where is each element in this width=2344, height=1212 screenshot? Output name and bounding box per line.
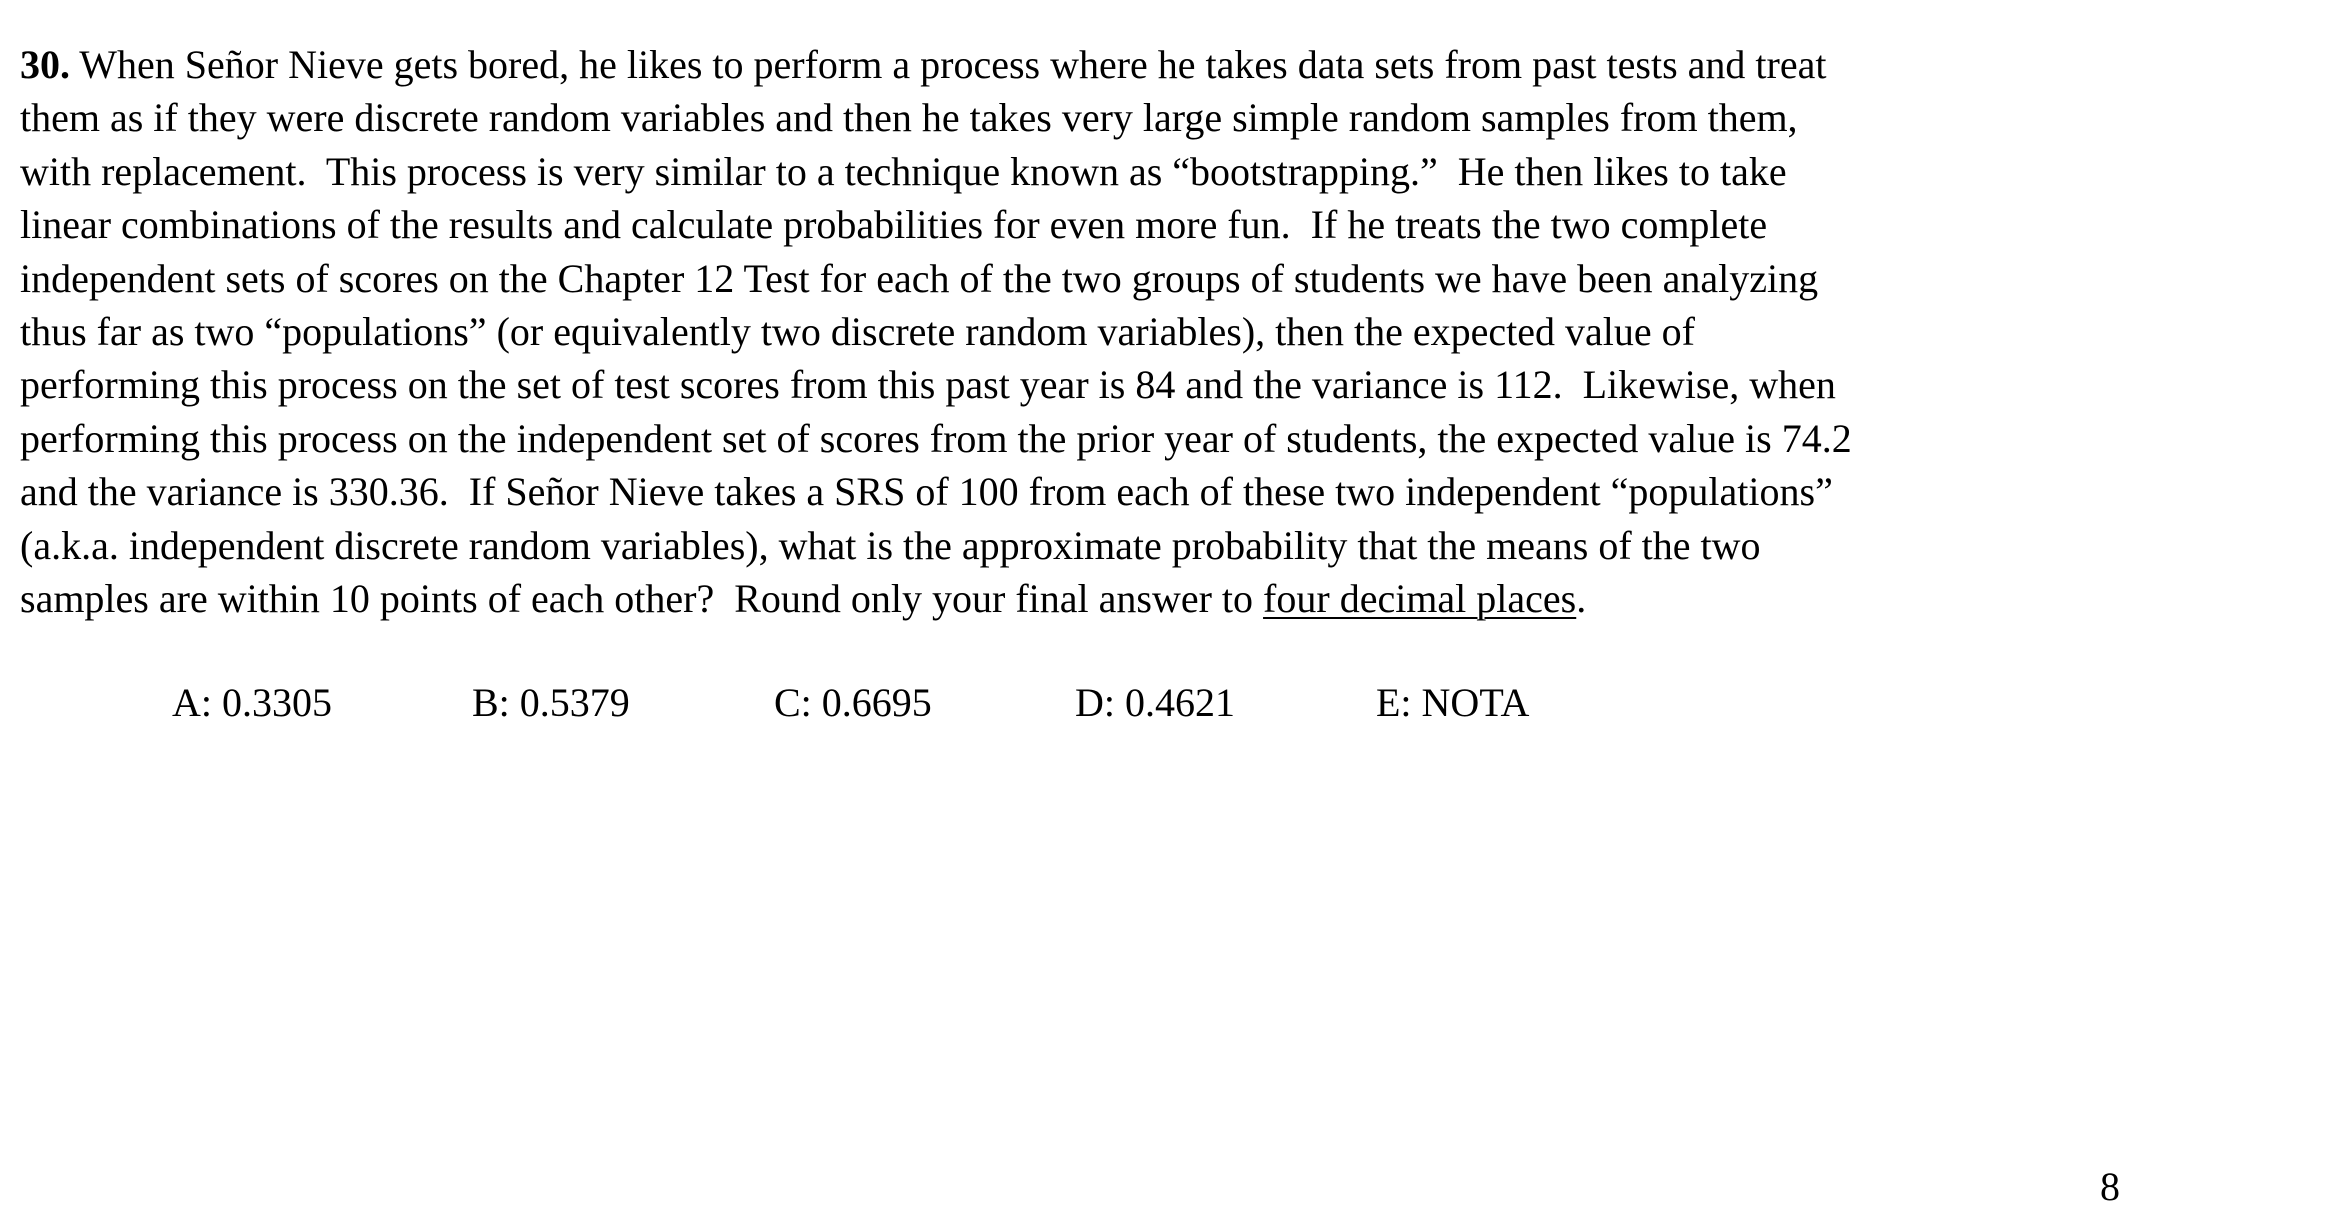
question-line-5: independent sets of scores on the Chapte… [20,255,1819,301]
question-line-6: thus far as two “populations” (or equiva… [20,309,1695,355]
question-30: 30. When Señor Nieve gets bored, he like… [20,38,2140,625]
question-line-10: (a.k.a. independent discrete random vari… [20,522,1761,568]
choice-e: E: NOTA [1376,680,1530,725]
choice-c: C: 0.6695 [774,680,932,725]
choice-d: D: 0.4621 [1075,680,1235,725]
question-line-1: 30. When Señor Nieve gets bored, he like… [20,38,2140,91]
question-line-8: performing this process on the independe… [20,415,1852,461]
question-line-3: with replacement. This process is very s… [20,148,1787,194]
question-line-9: and the variance is 330.36. If Señor Nie… [20,469,1833,515]
question-text-1: When Señor Nieve gets bored, he likes to… [70,42,1827,87]
choice-a: A: 0.3305 [172,680,332,725]
choice-b: B: 0.5379 [472,680,630,725]
answer-choices: A: 0.3305 B: 0.5379 C: 0.6695 D: 0.4621 … [0,676,2344,736]
emphasis-underlined: four decimal places [1263,576,1577,622]
end-punctuation: . [1576,576,1587,622]
question-line-7: performing this process on the set of te… [20,362,1836,408]
question-number: 30. [20,42,70,87]
question-line-4: linear combinations of the results and c… [20,202,1768,248]
question-text-11: samples are within 10 points of each oth… [20,576,1264,622]
question-line-2: them as if they were discrete random var… [20,95,1798,141]
question-line-11: samples are within 10 points of each oth… [20,572,2140,625]
page-number: 8 [2100,1164,2120,1209]
